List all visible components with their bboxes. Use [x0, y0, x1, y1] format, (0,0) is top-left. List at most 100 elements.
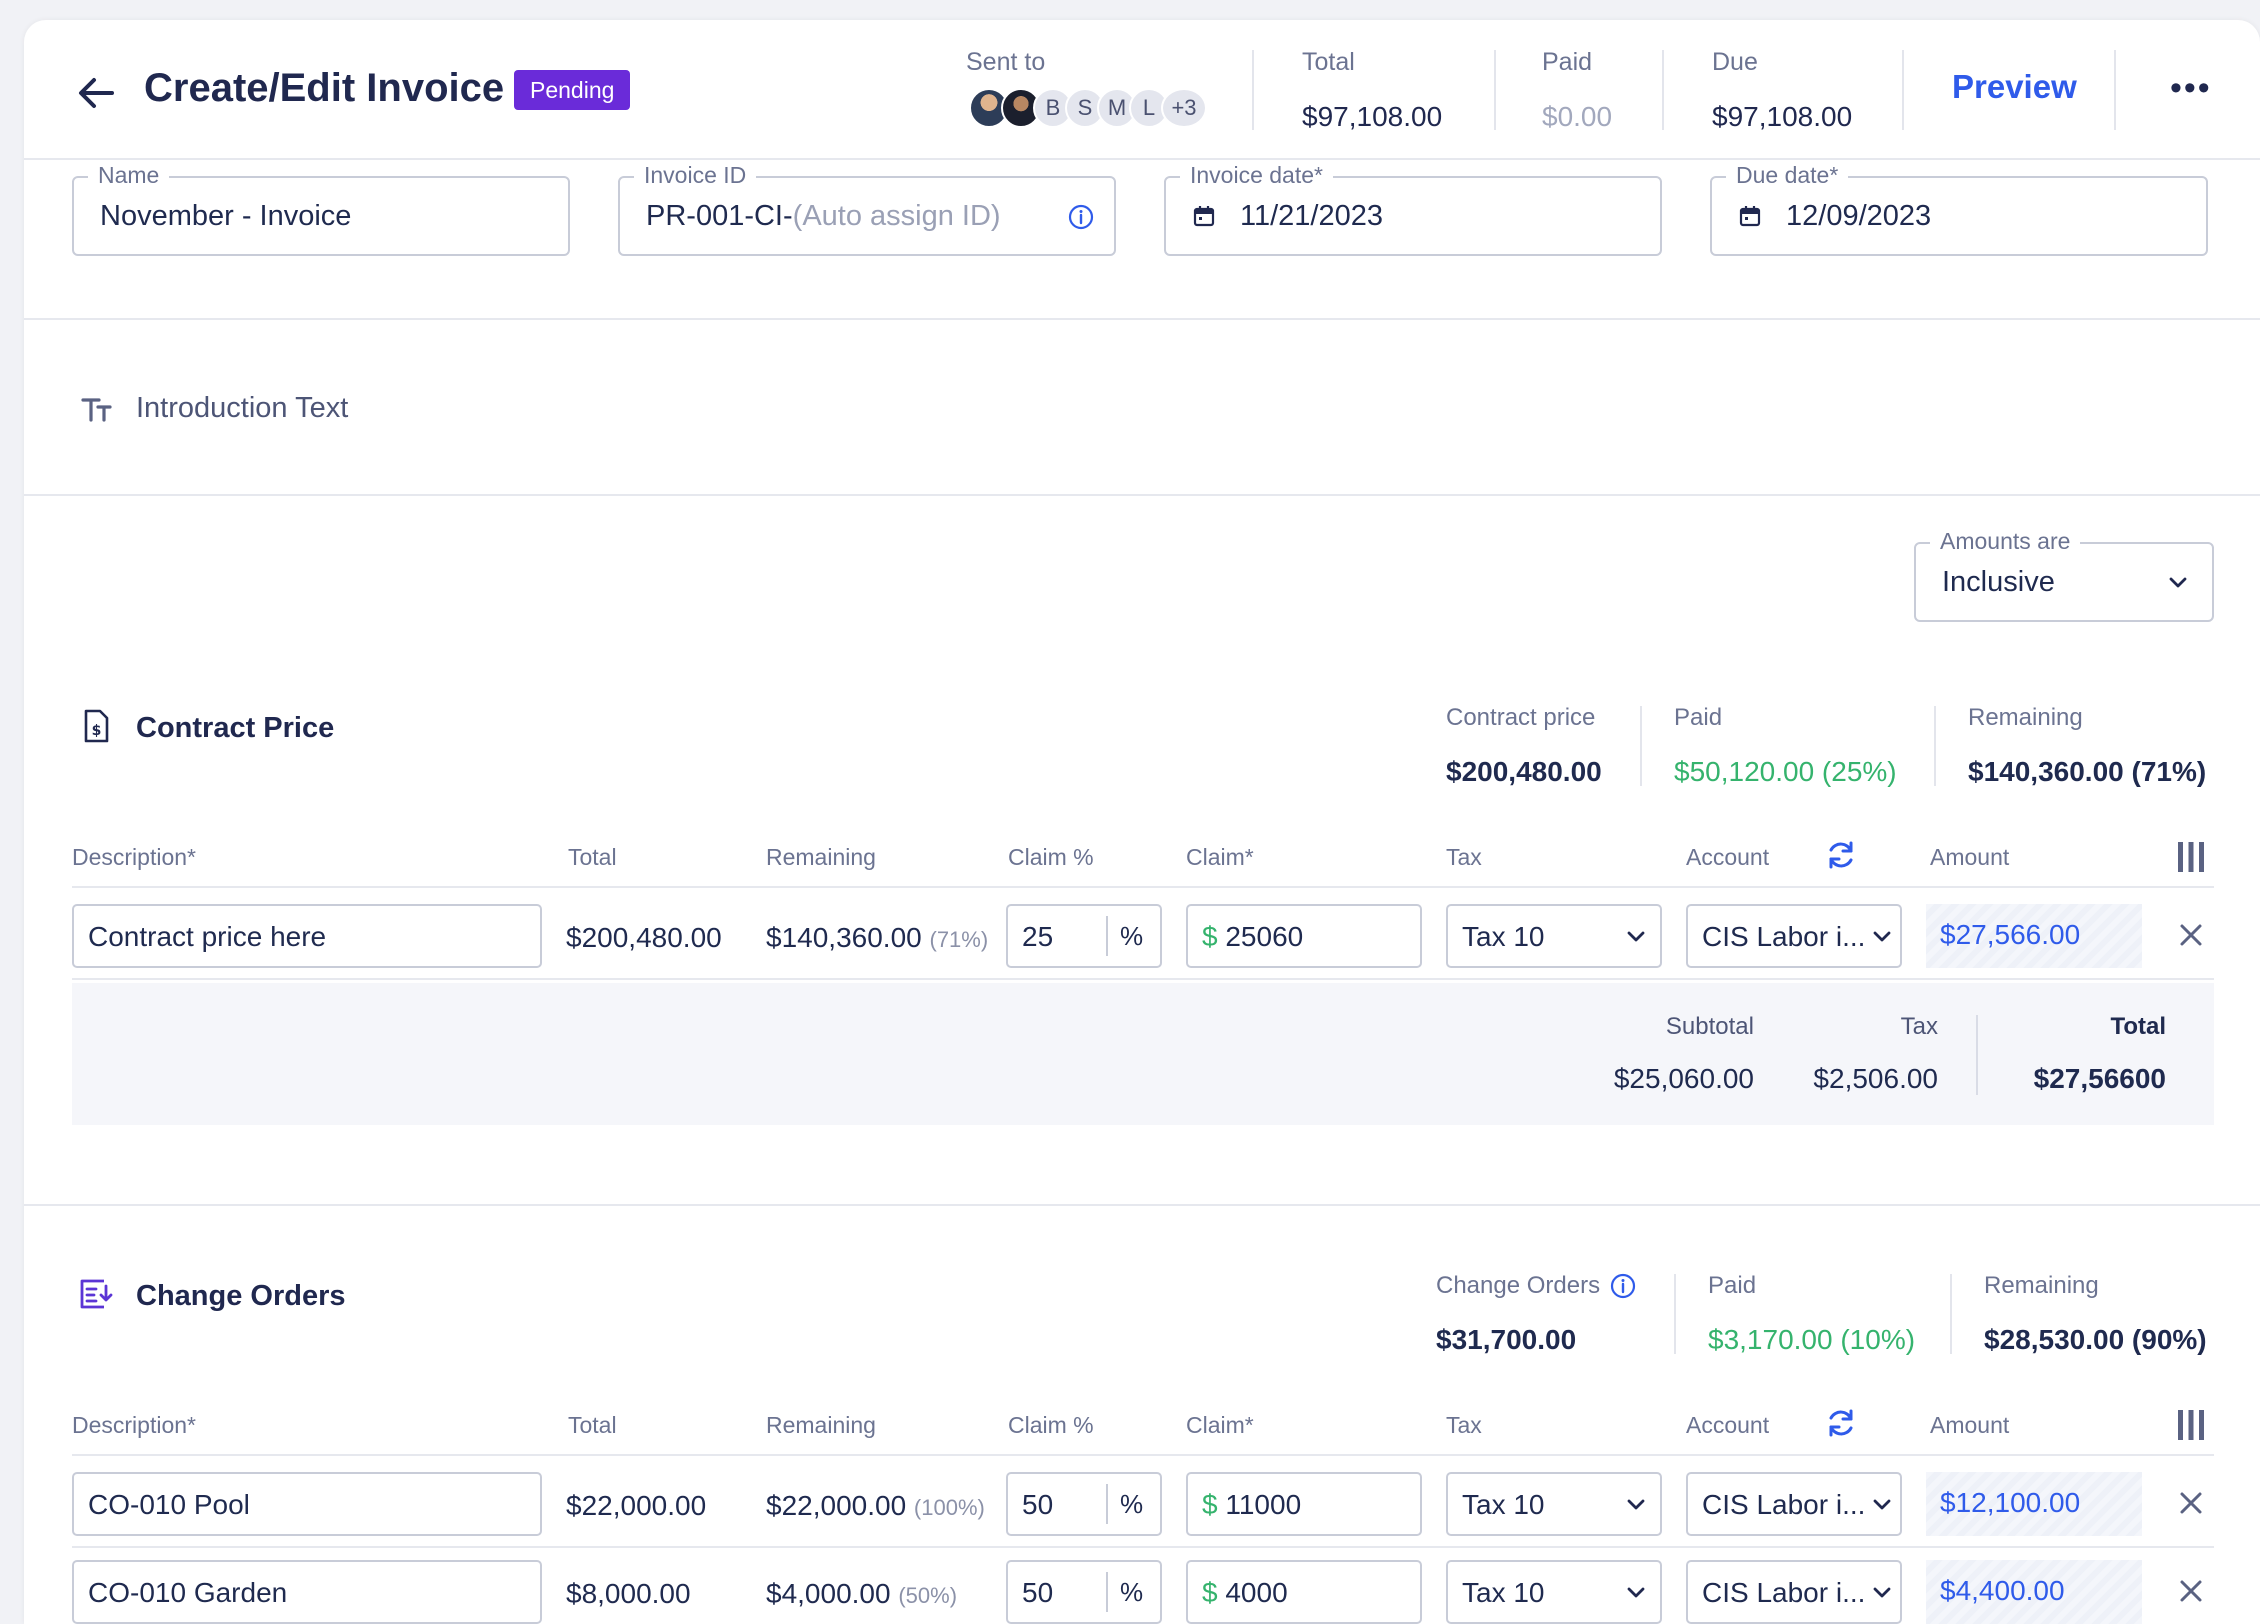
close-icon[interactable] — [2176, 1576, 2206, 1606]
name-field[interactable]: Name November - Invoice — [72, 162, 570, 256]
chevron-down-icon[interactable] — [2166, 570, 2190, 594]
chevron-down-icon[interactable] — [1624, 1492, 1648, 1516]
account-select[interactable]: CIS Labor i... — [1686, 1560, 1902, 1624]
chevron-down-icon[interactable] — [1870, 1580, 1894, 1604]
divider — [1976, 1015, 1978, 1095]
divider — [1950, 1274, 1952, 1354]
amounts-select[interactable]: Amounts are Inclusive — [1914, 528, 2214, 622]
recipients-avatars[interactable]: B S M L +3 — [969, 88, 1207, 130]
description-input[interactable]: CO-010 Garden — [72, 1560, 542, 1624]
change-orders-paid-value: $3,170.00 (10%) — [1708, 1324, 1916, 1355]
claim-pct-input[interactable]: 25% — [1006, 904, 1162, 968]
row-remaining: $22,000.00 (100%) — [766, 1490, 985, 1522]
contract-remaining-label: Remaining — [1968, 704, 2083, 731]
subtotal-value: $25,060.00 — [1613, 1063, 1754, 1094]
close-icon[interactable] — [2176, 1488, 2206, 1518]
tax-select[interactable]: Tax 10 — [1446, 1472, 1662, 1536]
account-select[interactable]: CIS Labor i... — [1686, 1472, 1902, 1536]
col-claim-pct: Claim % — [1008, 844, 1094, 870]
calendar-icon[interactable] — [1192, 204, 1216, 228]
subtotal-label: Subtotal — [1665, 1013, 1754, 1040]
tax-value: Tax 10 — [1462, 921, 1545, 952]
divider — [1640, 706, 1642, 786]
contract-price-value: $200,480.00 — [1446, 756, 1602, 787]
refresh-icon[interactable] — [1824, 1406, 1858, 1440]
dollar-symbol: $ — [1202, 1577, 1218, 1608]
tax-select[interactable]: Tax 10 — [1446, 904, 1662, 968]
row-amount: $12,100.00 — [1926, 1472, 2142, 1536]
claim-input[interactable]: $ 25060 — [1186, 904, 1422, 968]
row-amount: $27,566.00 — [1926, 904, 2142, 968]
invoice-date-value[interactable]: 11/21/2023 — [1240, 200, 1383, 233]
change-orders-title: Change Orders — [136, 1280, 346, 1312]
invoice-id-field[interactable]: Invoice ID PR-001-CI-(Auto assign ID) — [618, 162, 1116, 256]
row-total: $200,480.00 — [566, 922, 722, 953]
preview-button[interactable]: Preview — [1952, 68, 2077, 106]
more-recipients[interactable]: +3 — [1161, 88, 1207, 128]
tax-total-value: $2,506.00 — [1813, 1063, 1938, 1094]
row-total: $8,000.00 — [566, 1578, 691, 1609]
divider — [24, 494, 2260, 496]
claim-input[interactable]: $ 4000 — [1186, 1560, 1422, 1624]
more-menu-button[interactable]: ••• — [2170, 71, 2212, 105]
description-value: CO-010 Garden — [88, 1577, 288, 1608]
name-value[interactable]: November - Invoice — [100, 200, 351, 233]
description-input[interactable]: CO-010 Pool — [72, 1472, 542, 1536]
back-arrow-icon[interactable] — [72, 68, 122, 118]
claim-input[interactable]: $ 11000 — [1186, 1472, 1422, 1536]
change-orders-label: Change Orders — [1436, 1272, 1636, 1300]
col-remaining: Remaining — [766, 1412, 876, 1438]
claim-amount: 4000 — [1225, 1577, 1288, 1608]
columns-icon[interactable] — [2176, 840, 2206, 874]
divider — [2114, 50, 2116, 130]
amounts-value[interactable]: Inclusive — [1942, 566, 2055, 599]
contract-paid-label: Paid — [1674, 704, 1723, 731]
col-account: Account — [1686, 1412, 1770, 1438]
header-due: Due $97,108.00 — [1712, 48, 1852, 133]
row-total: $22,000.00 — [566, 1490, 707, 1521]
col-total: Total — [568, 844, 617, 870]
calendar-icon[interactable] — [1738, 204, 1762, 228]
paid-value: $0.00 — [1542, 101, 1613, 132]
remaining-value: $22,000.00 — [766, 1490, 907, 1521]
due-label: Due — [1712, 48, 1758, 76]
close-icon[interactable] — [2176, 920, 2206, 950]
invoice-id-value[interactable]: PR-001-CI-(Auto assign ID) — [646, 200, 1001, 233]
contract-remaining-stat: Remaining $140,360.00 (71%) — [1968, 704, 2206, 788]
account-select[interactable]: CIS Labor i... — [1686, 904, 1902, 968]
table-row: Contract price here $200,480.00 $140,360… — [72, 892, 2214, 980]
chevron-down-icon[interactable] — [1624, 924, 1648, 948]
claim-pct-value: 50 — [1022, 1577, 1054, 1608]
due-date-value[interactable]: 12/09/2023 — [1786, 200, 1931, 233]
refresh-icon[interactable] — [1824, 838, 1858, 872]
invoice-date-field[interactable]: Invoice date* 11/21/2023 — [1164, 162, 1662, 256]
total-value: $97,108.00 — [1302, 101, 1443, 132]
header-total: Total $97,108.00 — [1302, 48, 1442, 133]
claim-pct-input[interactable]: 50% — [1006, 1560, 1162, 1624]
chevron-down-icon[interactable] — [1870, 924, 1894, 948]
description-input[interactable]: Contract price here — [72, 904, 542, 968]
table-row: CO-010 Garden $8,000.00 $4,000.00 (50%) … — [72, 1548, 2214, 1624]
total-label: Total — [1302, 48, 1355, 76]
change-orders-stat: Change Orders $31,700.00 — [1436, 1272, 1636, 1356]
row-remaining: $140,360.00 (71%) — [766, 922, 988, 954]
columns-icon[interactable] — [2176, 1408, 2206, 1442]
info-icon[interactable] — [1068, 204, 1094, 230]
col-amount: Amount — [1930, 844, 2010, 870]
remaining-pct: (100%) — [913, 1495, 985, 1520]
chevron-down-icon[interactable] — [1624, 1580, 1648, 1604]
introduction-text-toggle[interactable]: Introduction Text — [136, 392, 348, 425]
contract-table-header: Description* Total Remaining Claim % Cla… — [72, 828, 2214, 888]
change-orders-table-header: Description* Total Remaining Claim % Cla… — [72, 1396, 2214, 1456]
chevron-down-icon[interactable] — [1870, 1492, 1894, 1516]
tax-select[interactable]: Tax 10 — [1446, 1560, 1662, 1624]
amount-value: $12,100.00 — [1940, 1487, 2081, 1518]
due-date-field[interactable]: Due date* 12/09/2023 — [1710, 162, 2208, 256]
description-value: CO-010 Pool — [88, 1489, 250, 1520]
divider — [24, 1204, 2260, 1206]
change-orders-remaining-stat: Remaining $28,530.00 (90%) — [1984, 1272, 2207, 1356]
claim-pct-input[interactable]: 50% — [1006, 1472, 1162, 1536]
col-claim: Claim* — [1186, 1412, 1254, 1438]
invoice-id-prefix: PR-001-CI- — [646, 200, 793, 232]
info-icon[interactable] — [1610, 1273, 1636, 1299]
